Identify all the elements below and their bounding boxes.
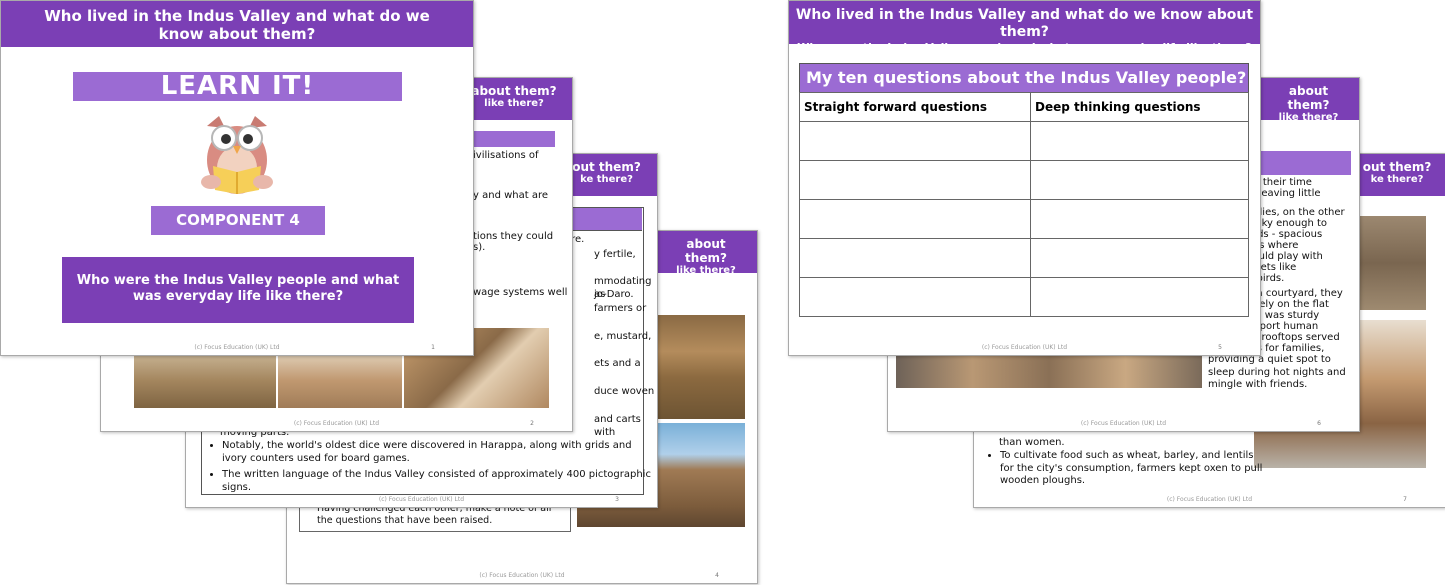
slide-3-frag-9: and carts with xyxy=(594,414,641,438)
slide-4-page-number: 4 xyxy=(715,572,719,579)
slide-3-table-header-bar xyxy=(569,208,642,230)
slide-2-frag-2: y and what are xyxy=(473,190,549,201)
answer-cell[interactable] xyxy=(1030,238,1249,278)
slide-5-header: Who lived in the Indus Valley and what d… xyxy=(789,1,1260,54)
slide-7-bullet-1: To cultivate food such as wheat, barley,… xyxy=(1000,450,1268,488)
answer-cell[interactable] xyxy=(799,160,1031,200)
slide-5-page-number: 5 xyxy=(1218,344,1222,351)
slide-2-header-line1: about them? xyxy=(471,84,557,98)
slide-7-page-number: 7 xyxy=(1403,496,1407,503)
slide-3-bullet-1: Notably, the world's oldest dice were di… xyxy=(222,440,652,465)
slide-7-bullets: To cultivate food such as wheat, barley,… xyxy=(982,450,1268,492)
slide-3-header-line1: out them? xyxy=(572,160,641,174)
slide-1-subtitle-box: Who were the Indus Valley people and wha… xyxy=(62,257,414,323)
answer-cell[interactable] xyxy=(1030,160,1249,200)
slide-3-frag-4: jo-Daro. xyxy=(594,289,634,300)
slide-2-page-number: 2 xyxy=(530,420,534,427)
slide-3-frag-8: duce woven xyxy=(594,386,655,397)
slide-3-frag-7: ets and a xyxy=(594,358,641,369)
slide-3-page-number: 3 xyxy=(615,496,619,503)
slide-5-subtitle: Who were the Indus Valley people and wha… xyxy=(797,40,1252,54)
deep-thinking-header: Deep thinking questions xyxy=(1030,92,1249,122)
slide-7-frag-1: than women. xyxy=(999,437,1065,448)
slide-7-header-line2: ke there? xyxy=(1370,174,1424,185)
mohenjo-daro-photo xyxy=(657,315,745,419)
slide-3-frag-6: e, mustard, xyxy=(594,331,652,342)
slide-3-bullet-2: The written language of the Indus Valley… xyxy=(222,469,652,494)
answer-cell[interactable] xyxy=(1030,199,1249,239)
table-row xyxy=(799,199,1249,239)
slide-1-page-number: 1 xyxy=(431,344,435,351)
slide-4-header-line1: about them? xyxy=(685,237,727,265)
table-row xyxy=(799,121,1249,161)
slide-3-bullets: Notably, the world's oldest dice were di… xyxy=(204,440,652,498)
slide-5-footer: (c) Focus Education (UK) Ltd xyxy=(981,344,1068,351)
slide-3-frag-5: farmers or xyxy=(594,303,647,314)
question-table-title: My ten questions about the Indus Valley … xyxy=(799,63,1249,93)
slide-6-footer: (c) Focus Education (UK) Ltd xyxy=(1080,420,1167,427)
slide-3-header-line2: ke there? xyxy=(580,174,633,185)
answer-cell[interactable] xyxy=(799,121,1031,161)
slide-5: Who lived in the Indus Valley and what d… xyxy=(788,0,1261,356)
question-table: Straight forward questions Deep thinking… xyxy=(799,92,1249,317)
slide-6-header: about them? like there? xyxy=(1258,78,1359,123)
answer-cell[interactable] xyxy=(1030,277,1249,317)
answer-cell[interactable] xyxy=(799,277,1031,317)
slide-4-header: about them? like there? xyxy=(655,231,757,276)
slide-6-header-line1: about them? xyxy=(1287,84,1330,112)
slide-7-header-line1: out them? xyxy=(1362,160,1432,174)
slide-4-footer: (c) Focus Education (UK) Ltd xyxy=(479,572,565,579)
slide-1: Who lived in the Indus Valley and what d… xyxy=(0,0,474,356)
slide-2-footer: (c) Focus Education (UK) Ltd xyxy=(293,420,380,427)
ruins-photo-1 xyxy=(134,353,276,408)
slide-5-title: Who lived in the Indus Valley and what d… xyxy=(795,7,1254,40)
slide-3-footer: (c) Focus Education (UK) Ltd xyxy=(378,496,465,503)
slide-3-frag-2: y fertile, xyxy=(594,249,636,260)
question-table-header-row: Straight forward questions Deep thinking… xyxy=(799,92,1249,122)
slide-2-header-line2: like there? xyxy=(484,98,544,109)
table-row xyxy=(799,160,1249,200)
workers-photo xyxy=(1356,216,1426,310)
question-table-title-text: My ten questions about the Indus Valley … xyxy=(806,68,1247,87)
ruins-photo-2 xyxy=(278,353,402,408)
owl-reading-icon xyxy=(197,108,277,196)
slide-1-footer: (c) Focus Education (UK) Ltd xyxy=(194,344,280,351)
slide-4-header-line2: like there? xyxy=(676,265,736,276)
answer-cell[interactable] xyxy=(799,199,1031,239)
slide-6-header-line2: like there? xyxy=(1278,112,1339,123)
slide-1-subtitle: Who were the Indus Valley people and wha… xyxy=(76,273,400,305)
slide-2-frag-5: wage systems well xyxy=(473,287,568,298)
slide-2-frag-1: ivilisations of xyxy=(473,150,539,161)
learn-it-banner: LEARN IT! xyxy=(73,72,402,101)
answer-cell[interactable] xyxy=(799,238,1031,278)
slide-6-frag-16: providing a quiet spot to sleep during h… xyxy=(1208,354,1346,390)
slide-1-title: Who lived in the Indus Valley and what d… xyxy=(44,7,430,43)
slide-6-page-number: 6 xyxy=(1317,420,1321,427)
slide-7-header: out them? ke there? xyxy=(1349,154,1445,196)
table-row xyxy=(799,238,1249,278)
straight-forward-header: Straight forward questions xyxy=(799,92,1031,122)
answer-cell[interactable] xyxy=(1030,121,1249,161)
slide-1-header: Who lived in the Indus Valley and what d… xyxy=(1,1,473,47)
slide-2-frag-4: s). xyxy=(473,242,486,253)
slide-7-footer: (c) Focus Education (UK) Ltd xyxy=(1166,496,1253,503)
market-photo xyxy=(896,354,1202,388)
component-label: COMPONENT 4 xyxy=(151,206,325,235)
table-row xyxy=(799,277,1249,317)
